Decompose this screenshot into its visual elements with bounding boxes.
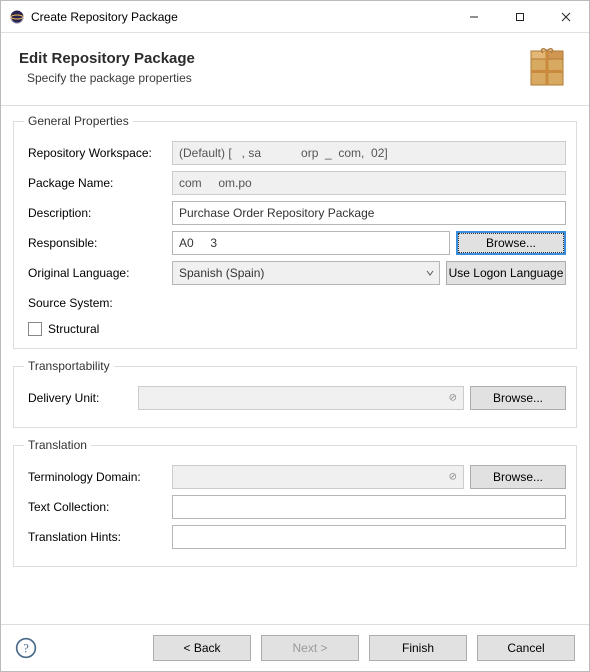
delivery-unit-browse-button[interactable]: Browse... <box>470 386 566 410</box>
group-translation: Translation Terminology Domain: ⊘ Browse… <box>13 438 577 567</box>
wizard-content: General Properties Repository Workspace:… <box>1 106 589 624</box>
group-legend: Translation <box>24 438 91 452</box>
eclipse-icon <box>9 9 25 25</box>
minimize-button[interactable] <box>451 1 497 32</box>
wizard-footer: ? < Back Next > Finish Cancel <box>1 624 589 671</box>
translation-hints-label: Translation Hints: <box>24 530 172 544</box>
package-name-field <box>172 171 566 195</box>
maximize-button[interactable] <box>497 1 543 32</box>
wizard-header: Edit Repository Package Specify the pack… <box>1 33 589 106</box>
close-button[interactable] <box>543 1 589 32</box>
group-transportability: Transportability Delivery Unit: ⊘ Browse… <box>13 359 577 428</box>
window-controls <box>451 1 589 32</box>
responsible-browse-button[interactable]: Browse... <box>456 231 566 255</box>
text-collection-label: Text Collection: <box>24 500 172 514</box>
package-name-label: Package Name: <box>24 176 172 190</box>
description-input[interactable] <box>172 201 566 225</box>
back-button[interactable]: < Back <box>153 635 251 661</box>
package-box-icon <box>523 43 571 91</box>
delivery-unit-label: Delivery Unit: <box>24 391 138 405</box>
clear-icon[interactable]: ⊘ <box>449 393 457 404</box>
workspace-label: Repository Workspace: <box>24 146 172 160</box>
source-system-label: Source System: <box>24 296 172 310</box>
group-general-properties: General Properties Repository Workspace:… <box>13 114 577 349</box>
finish-button[interactable]: Finish <box>369 635 467 661</box>
cancel-button[interactable]: Cancel <box>477 635 575 661</box>
terminology-domain-field[interactable]: ⊘ <box>172 465 464 489</box>
workspace-field <box>172 141 566 165</box>
responsible-input[interactable] <box>172 231 450 255</box>
clear-icon[interactable]: ⊘ <box>449 472 457 483</box>
use-logon-language-button[interactable]: Use Logon Language <box>446 261 566 285</box>
text-collection-input[interactable] <box>172 495 566 519</box>
group-legend: Transportability <box>24 359 114 373</box>
next-button: Next > <box>261 635 359 661</box>
terminology-domain-label: Terminology Domain: <box>24 470 172 484</box>
original-language-label: Original Language: <box>24 266 172 280</box>
terminology-domain-browse-button[interactable]: Browse... <box>470 465 566 489</box>
help-icon[interactable]: ? <box>15 637 37 659</box>
original-language-select[interactable]: Spanish (Spain) <box>172 261 440 285</box>
original-language-value: Spanish (Spain) <box>172 261 440 285</box>
svg-text:?: ? <box>23 641 28 655</box>
page-title: Edit Repository Package <box>19 50 523 67</box>
structural-checkbox[interactable] <box>28 322 42 336</box>
responsible-label: Responsible: <box>24 236 172 250</box>
delivery-unit-field[interactable]: ⊘ <box>138 386 464 410</box>
structural-label: Structural <box>48 322 99 336</box>
titlebar: Create Repository Package <box>1 1 589 33</box>
translation-hints-input[interactable] <box>172 525 566 549</box>
group-legend: General Properties <box>24 114 133 128</box>
page-subtitle: Specify the package properties <box>27 71 523 85</box>
description-label: Description: <box>24 206 172 220</box>
window-title: Create Repository Package <box>31 10 451 24</box>
